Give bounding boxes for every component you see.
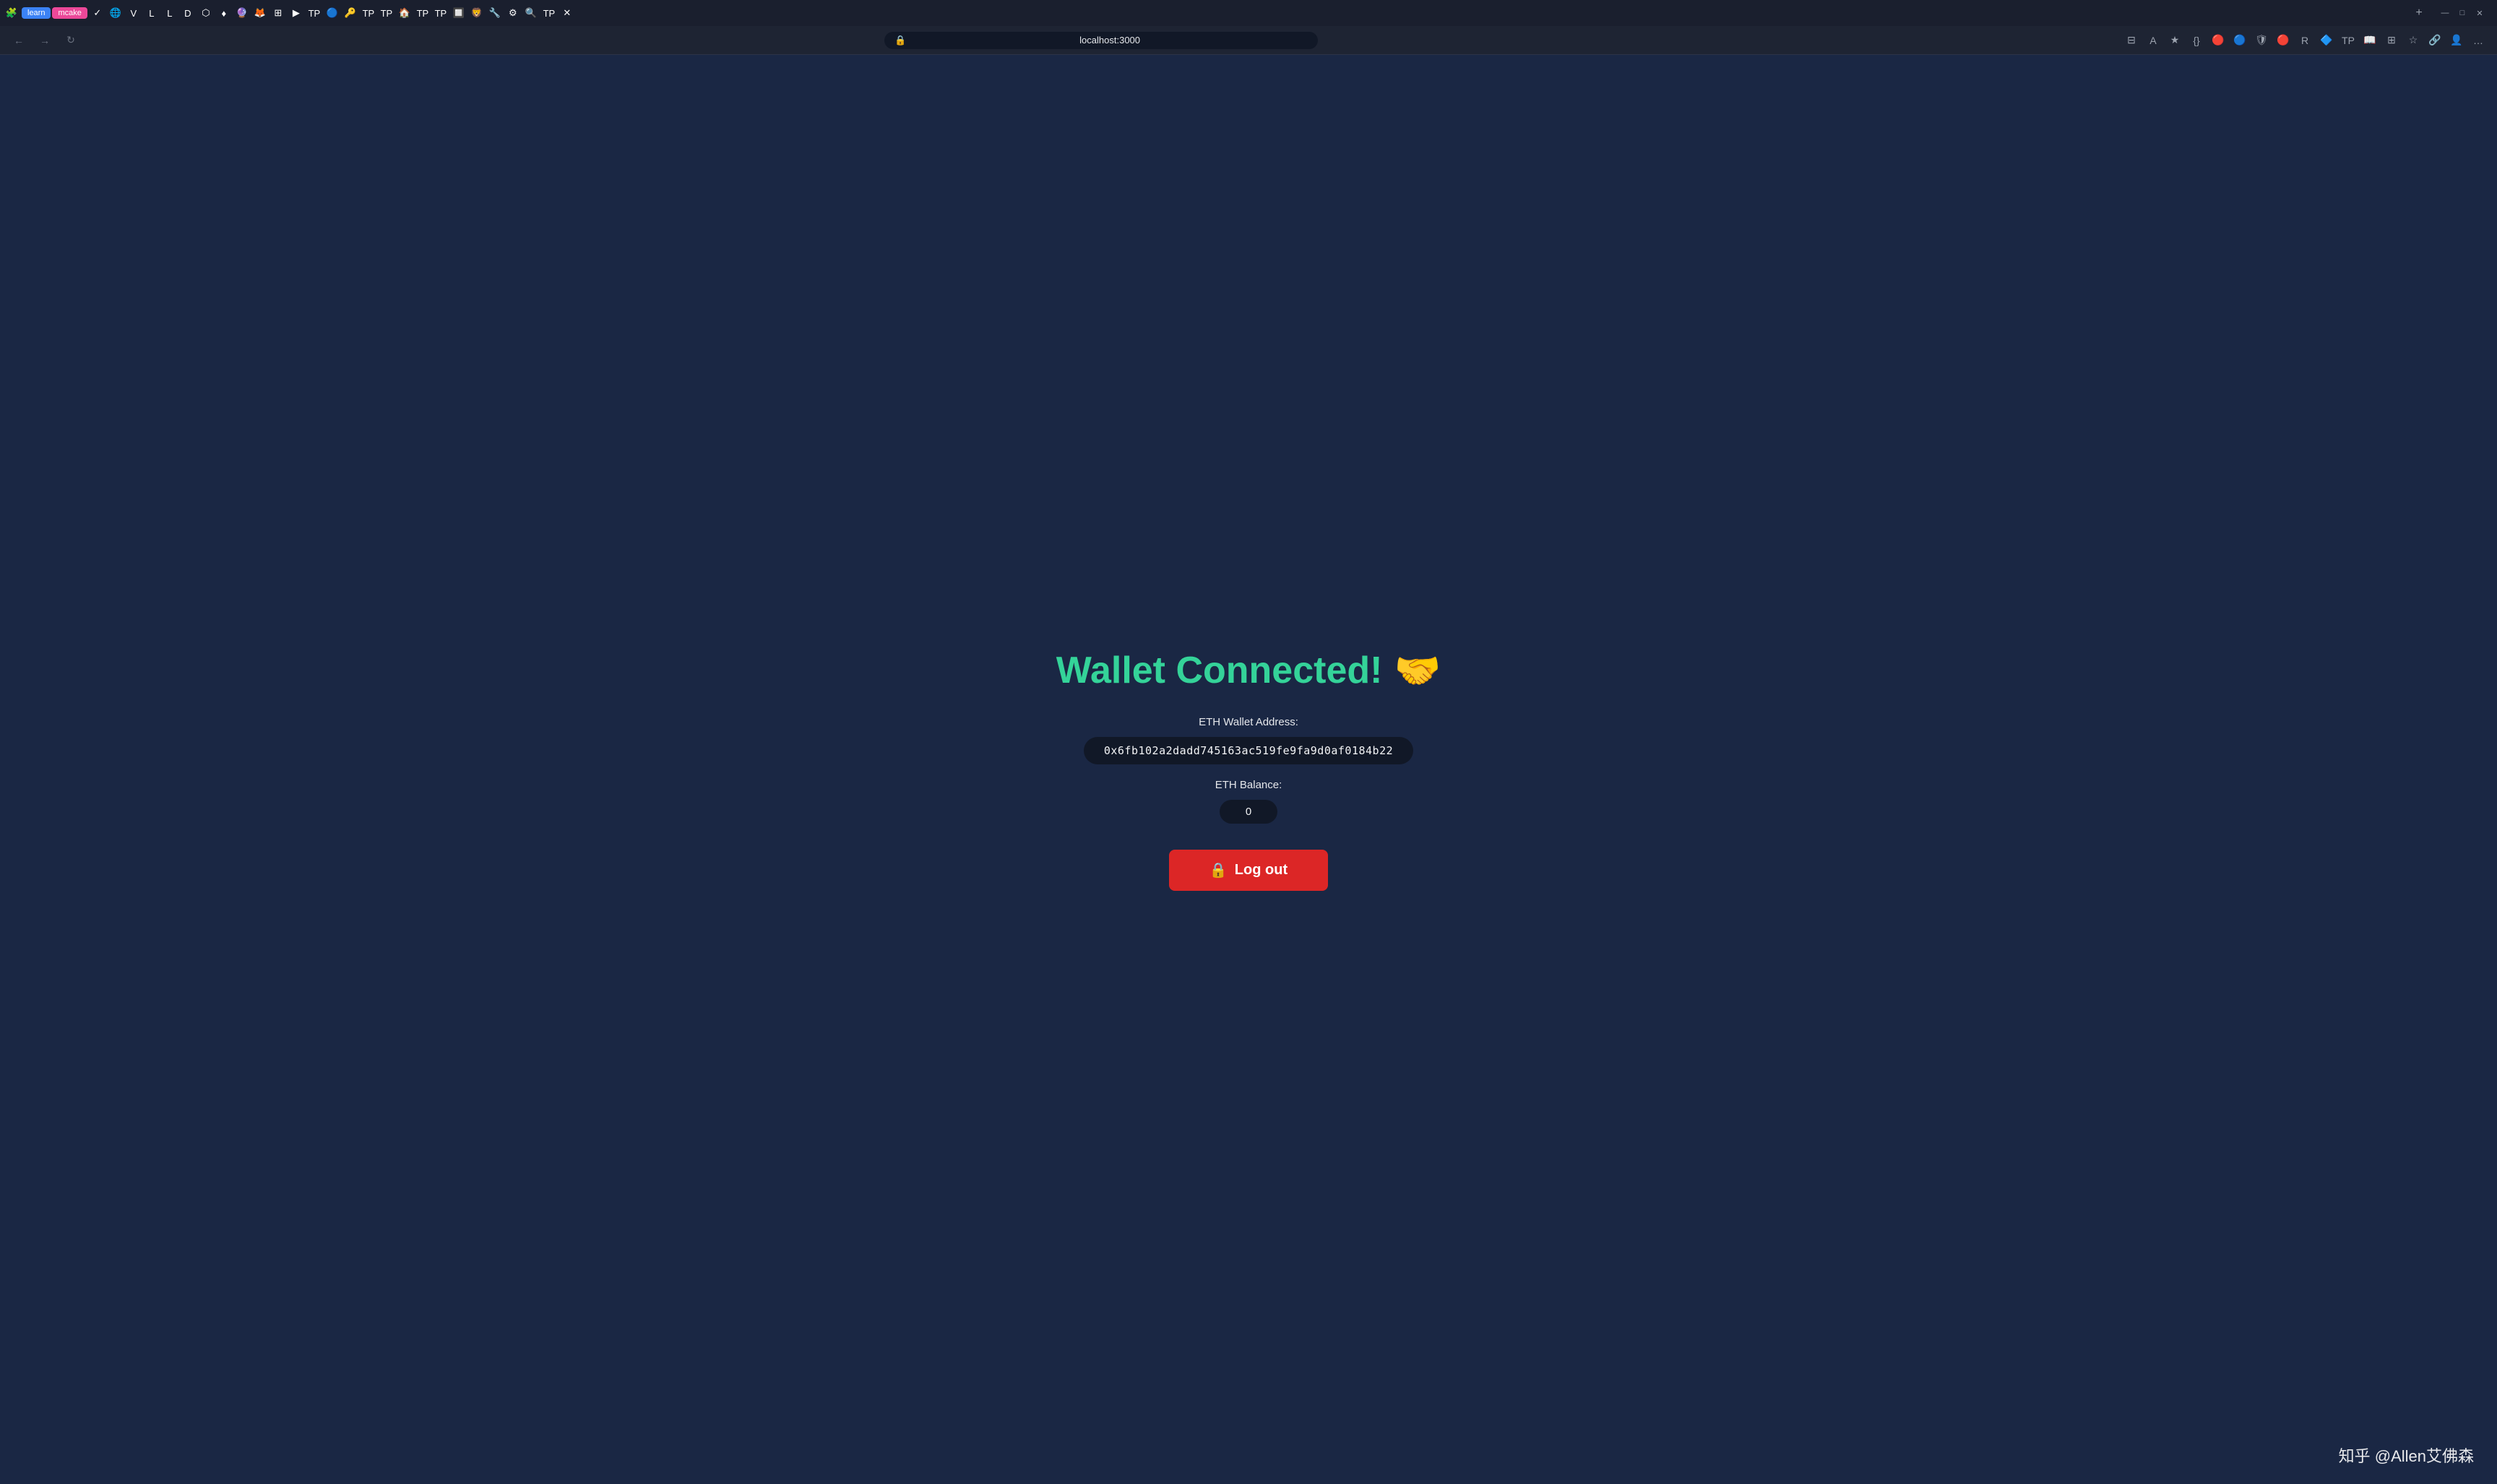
tab-icons-row: ✓ 🌐 V L L D ⬡ ♦ 🔮 🦊 ⊞ ▶ TP 🔵 🔑 TP TP 🏠 T… bbox=[89, 4, 2407, 22]
ext-icon-15[interactable]: 🔑 bbox=[342, 4, 359, 22]
eth-balance-label: ETH Balance: bbox=[1215, 779, 1282, 791]
ext-icon-21[interactable]: 🔲 bbox=[450, 4, 467, 22]
address-bar-row: ← → ↻ 🔒 localhost:3000 ⊟ A ★ {} 🔴 🔵 🛡 🔴 … bbox=[0, 26, 2497, 55]
wallet-connected-title: Wallet Connected! 🤝 bbox=[1056, 649, 1441, 693]
ext-icon-12[interactable]: ▶ bbox=[288, 4, 305, 22]
favorites-icon[interactable]: ☆ bbox=[2403, 30, 2423, 51]
ext-toolbar-2[interactable]: 🔵 bbox=[2230, 30, 2250, 51]
ext-icon-16[interactable]: TP bbox=[360, 4, 377, 22]
tab-learn[interactable]: learn bbox=[22, 7, 51, 19]
sidebar-icon[interactable]: ⊞ bbox=[2381, 30, 2402, 51]
code-icon[interactable]: {} bbox=[2186, 30, 2207, 51]
ext-icon-11[interactable]: ⊞ bbox=[269, 4, 287, 22]
profile-icon[interactable]: 🧩 bbox=[3, 4, 20, 22]
url-text: localhost:3000 bbox=[912, 35, 1308, 46]
ext-icon-14[interactable]: 🔵 bbox=[324, 4, 341, 22]
ext-icon-close[interactable]: ✕ bbox=[559, 4, 576, 22]
menu-icon[interactable]: … bbox=[2468, 30, 2488, 51]
ext-icon-6[interactable]: D bbox=[179, 4, 197, 22]
ext-icon-17[interactable]: TP bbox=[378, 4, 395, 22]
back-button[interactable]: ← bbox=[9, 30, 29, 51]
eth-balance-value: 0 bbox=[1220, 800, 1277, 824]
ext-toolbar-3[interactable]: 🛡 bbox=[2251, 30, 2272, 51]
collections-icon[interactable]: 🔗 bbox=[2425, 30, 2445, 51]
font-icon[interactable]: A bbox=[2143, 30, 2163, 51]
reader-icon[interactable]: 📖 bbox=[2360, 30, 2380, 51]
ext-icon-7[interactable]: ⬡ bbox=[197, 4, 215, 22]
bookmark-icon[interactable]: ★ bbox=[2165, 30, 2185, 51]
watermark: 知乎 @Allen艾佛森 bbox=[2339, 1444, 2474, 1467]
user-icon[interactable]: 👤 bbox=[2446, 30, 2467, 51]
ext-icon-22[interactable]: 🦁 bbox=[468, 4, 486, 22]
ext-icon-18[interactable]: 🏠 bbox=[396, 4, 413, 22]
ext-icon-4[interactable]: L bbox=[143, 4, 160, 22]
eth-address-section: ETH Wallet Address: 0x6fb102a2dadd745163… bbox=[1084, 716, 1413, 764]
eth-address-label: ETH Wallet Address: bbox=[1199, 716, 1298, 728]
ext-icon-8[interactable]: ♦ bbox=[215, 4, 233, 22]
logout-label: Log out bbox=[1235, 862, 1288, 879]
tab-bar: 🧩 learn mcake ✓ 🌐 V L L D ⬡ ♦ 🔮 🦊 ⊞ ▶ TP… bbox=[0, 0, 2497, 26]
ext-icon-24[interactable]: ⚙ bbox=[504, 4, 522, 22]
eth-balance-section: ETH Balance: 0 bbox=[1215, 779, 1282, 824]
ext-icon-20[interactable]: TP bbox=[432, 4, 449, 22]
wallet-connected-text: Wallet Connected! bbox=[1056, 649, 1383, 692]
ext-icon-19[interactable]: TP bbox=[414, 4, 431, 22]
ext-icon-13[interactable]: TP bbox=[306, 4, 323, 22]
ext-icon-9[interactable]: 🔮 bbox=[233, 4, 251, 22]
ext-toolbar-1[interactable]: 🔴 bbox=[2208, 30, 2228, 51]
ext-toolbar-5[interactable]: R bbox=[2295, 30, 2315, 51]
refresh-button[interactable]: ↻ bbox=[61, 30, 81, 51]
ext-icon-1[interactable]: ✓ bbox=[89, 4, 106, 22]
ext-icon-5[interactable]: L bbox=[161, 4, 178, 22]
logout-button[interactable]: 🔒 Log out bbox=[1169, 850, 1328, 891]
new-tab-button[interactable]: + bbox=[2409, 3, 2429, 23]
ext-icon-10[interactable]: 🦊 bbox=[251, 4, 269, 22]
logout-icon: 🔒 bbox=[1209, 861, 1228, 879]
ext-icon-25[interactable]: 🔍 bbox=[522, 4, 540, 22]
handshake-emoji: 🤝 bbox=[1394, 649, 1441, 693]
maximize-button[interactable]: □ bbox=[2457, 7, 2468, 19]
tablet-icon[interactable]: ⊟ bbox=[2121, 30, 2142, 51]
lock-icon: 🔒 bbox=[894, 35, 906, 46]
ext-icon-3[interactable]: V bbox=[125, 4, 142, 22]
browser-chrome: 🧩 learn mcake ✓ 🌐 V L L D ⬡ ♦ 🔮 🦊 ⊞ ▶ TP… bbox=[0, 0, 2497, 55]
ext-icon-26[interactable]: TP bbox=[540, 4, 558, 22]
main-content: Wallet Connected! 🤝 ETH Wallet Address: … bbox=[0, 55, 2497, 1484]
ext-toolbar-tp[interactable]: TP bbox=[2338, 30, 2358, 51]
ext-icon-2[interactable]: 🌐 bbox=[107, 4, 124, 22]
tab-mcake[interactable]: mcake bbox=[52, 7, 87, 19]
ext-icon-23[interactable]: 🔧 bbox=[486, 4, 504, 22]
window-controls: — □ ✕ bbox=[2431, 7, 2494, 19]
minimize-button[interactable]: — bbox=[2439, 7, 2451, 19]
toolbar-icons: ⊟ A ★ {} 🔴 🔵 🛡 🔴 R 🔷 TP 📖 ⊞ ☆ 🔗 👤 … bbox=[2121, 30, 2488, 51]
ext-toolbar-6[interactable]: 🔷 bbox=[2316, 30, 2337, 51]
ext-toolbar-4[interactable]: 🔴 bbox=[2273, 30, 2293, 51]
eth-address-value: 0x6fb102a2dadd745163ac519fe9fa9d0af0184b… bbox=[1084, 737, 1413, 764]
address-bar[interactable]: 🔒 localhost:3000 bbox=[884, 32, 1318, 49]
close-button[interactable]: ✕ bbox=[2474, 7, 2485, 19]
forward-button[interactable]: → bbox=[35, 30, 55, 51]
